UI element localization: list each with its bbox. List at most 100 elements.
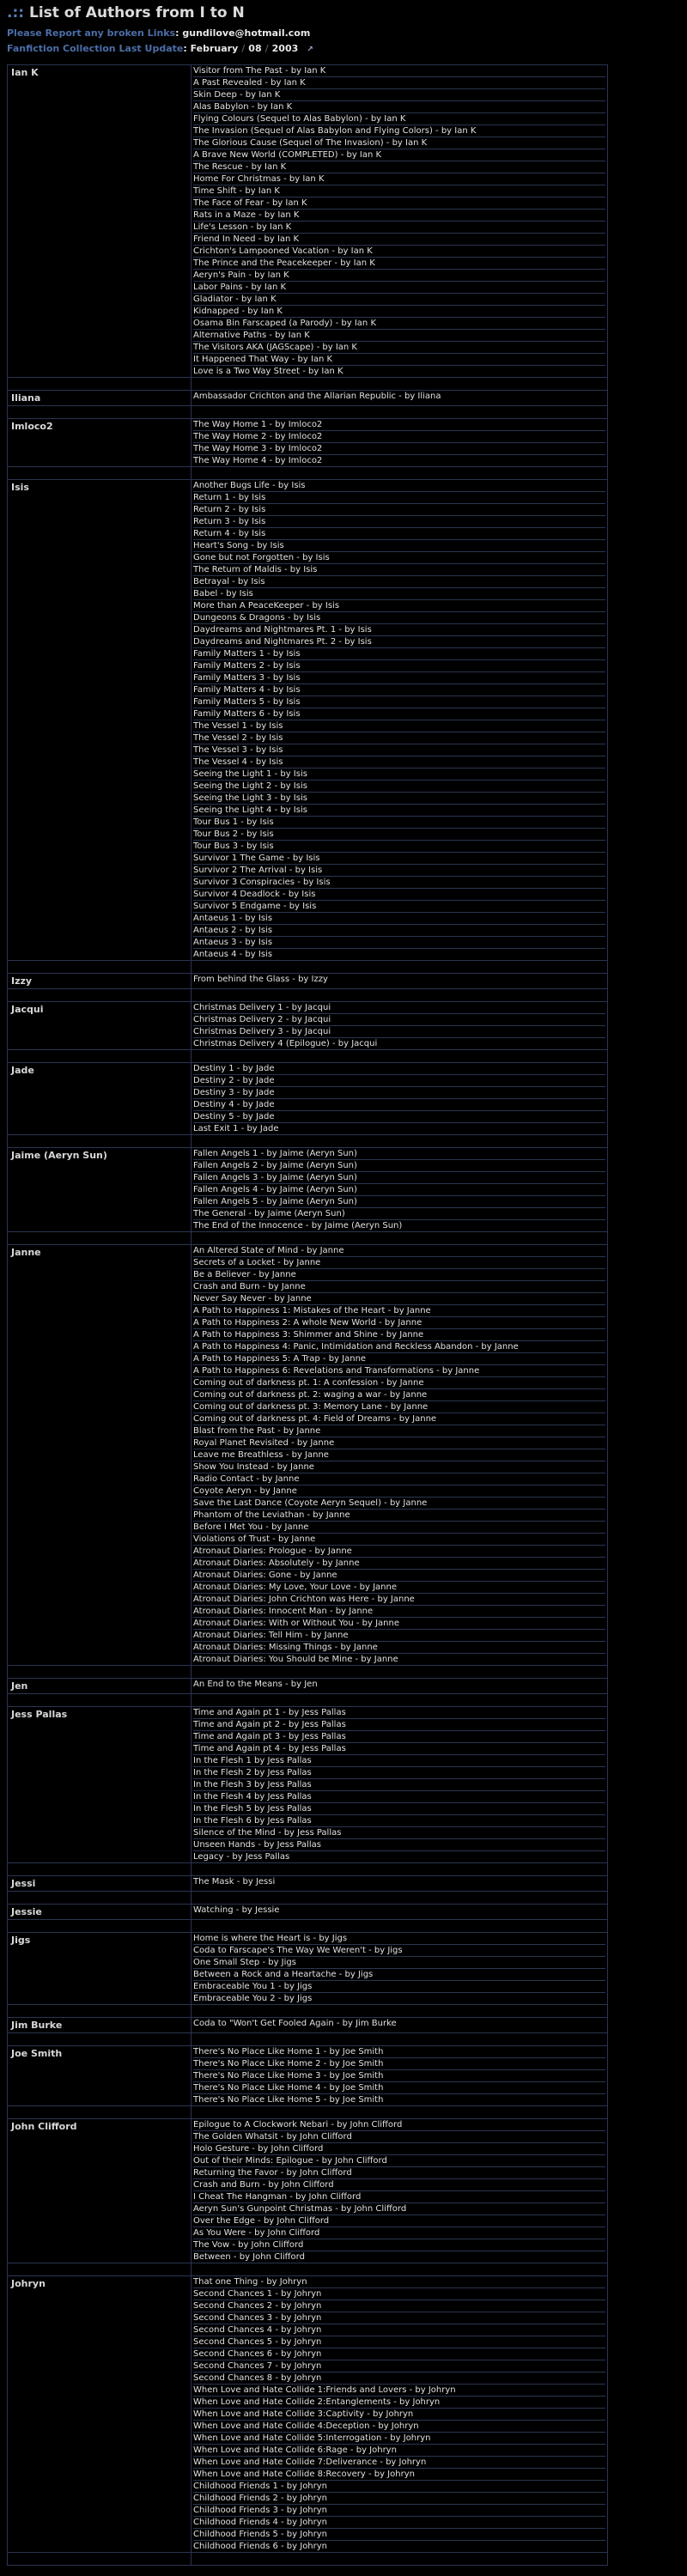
story-link[interactable]: In the Flesh 2 by Jess Pallas (193, 1767, 605, 1779)
story-link[interactable]: Blast from the Past - by Janne (193, 1425, 605, 1437)
story-link[interactable]: There's No Place Like Home 4 - by Joe Sm… (193, 2082, 605, 2094)
story-link[interactable]: Seeing the Light 2 - by Isis (193, 781, 605, 793)
story-link[interactable]: Flying Colours (Sequel to Alas Babylon) … (193, 113, 605, 125)
story-link[interactable]: The Return of Maldis - by Isis (193, 564, 605, 576)
story-link[interactable]: Between a Rock and a Heartache - by Jigs (193, 1969, 605, 1981)
story-link[interactable]: A Path to Happiness 1: Mistakes of the H… (193, 1305, 605, 1317)
story-link[interactable]: Atronaut Diaries: You Should be Mine - b… (193, 1654, 605, 1665)
story-link[interactable]: A Past Revealed - by Ian K (193, 77, 605, 89)
story-link[interactable]: Survivor 1 The Game - by Isis (193, 853, 605, 865)
story-link[interactable]: Ambassador Crichton and the Allarian Rep… (193, 391, 605, 402)
story-link[interactable]: Tour Bus 3 - by Isis (193, 841, 605, 853)
story-link[interactable]: From behind the Glass - by Izzy (193, 974, 605, 985)
story-link[interactable]: Antaeus 1 - by Isis (193, 913, 605, 925)
story-link[interactable]: Seeing the Light 3 - by Isis (193, 793, 605, 805)
story-link[interactable]: Seeing the Light 1 - by Isis (193, 769, 605, 781)
story-link[interactable]: Crash and Burn - by John Clifford (193, 2179, 605, 2191)
story-link[interactable]: Between - by John Clifford (193, 2251, 605, 2263)
story-link[interactable]: The Rescue - by Ian K (193, 161, 605, 173)
story-link[interactable]: The Vessel 2 - by Isis (193, 732, 605, 744)
story-link[interactable]: Destiny 4 - by Jade (193, 1099, 605, 1111)
story-link[interactable]: Family Matters 1 - by Isis (193, 648, 605, 660)
story-link[interactable]: Atronaut Diaries: Tell Him - by Janne (193, 1630, 605, 1642)
story-link[interactable]: The Vow - by John Clifford (193, 2239, 605, 2251)
story-link[interactable]: Crash and Burn - by Janne (193, 1281, 605, 1293)
story-link[interactable]: An End to the Means - by Jen (193, 1679, 605, 1690)
story-link[interactable]: Christmas Delivery 2 - by Jacqui (193, 1014, 605, 1026)
story-link[interactable]: When Love and Hate Collide 7:Deliverance… (193, 2457, 605, 2469)
story-link[interactable]: Antaeus 3 - by Isis (193, 937, 605, 949)
story-link[interactable]: When Love and Hate Collide 8:Recovery - … (193, 2469, 605, 2481)
story-link[interactable]: The Glorious Cause (Sequel of The Invasi… (193, 137, 605, 149)
story-link[interactable]: Legacy - by Jess Pallas (193, 1851, 605, 1862)
story-link[interactable]: Childhood Friends 2 - by Johryn (193, 2493, 605, 2505)
story-link[interactable]: When Love and Hate Collide 6:Rage - by J… (193, 2445, 605, 2457)
story-link[interactable]: Over the Edge - by John Clifford (193, 2215, 605, 2227)
story-link[interactable]: Be a Believer - by Janne (193, 1269, 605, 1281)
story-link[interactable]: Daydreams and Nightmares Pt. 2 - by Isis (193, 636, 605, 648)
story-link[interactable]: When Love and Hate Collide 5:Interrogati… (193, 2433, 605, 2445)
story-link[interactable]: Coming out of darkness pt. 4: Field of D… (193, 1413, 605, 1425)
story-link[interactable]: Aeryn's Pain - by Ian K (193, 270, 605, 282)
story-link[interactable]: Watching - by Jessie (193, 1905, 605, 1916)
story-link[interactable]: Coming out of darkness pt. 2: waging a w… (193, 1389, 605, 1401)
story-link[interactable]: The Vessel 1 - by Isis (193, 720, 605, 732)
story-link[interactable]: Epilogue to A Clockwork Nebari - by John… (193, 2119, 605, 2131)
story-link[interactable]: Time and Again pt 2 - by Jess Pallas (193, 1719, 605, 1731)
story-link[interactable]: Gone but not Forgotten - by Isis (193, 552, 605, 564)
story-link[interactable]: Atronaut Diaries: Innocent Man - by Jann… (193, 1606, 605, 1618)
story-link[interactable]: Christmas Delivery 4 (Epilogue) - by Jac… (193, 1038, 605, 1049)
story-link[interactable]: Fallen Angels 3 - by Jaime (Aeryn Sun) (193, 1172, 605, 1184)
story-link[interactable]: Destiny 3 - by Jade (193, 1087, 605, 1099)
story-link[interactable]: Survivor 2 The Arrival - by Isis (193, 865, 605, 877)
story-link[interactable]: Crichton's Lampooned Vacation - by Ian K (193, 246, 605, 258)
story-link[interactable]: Coming out of darkness pt. 1: A confessi… (193, 1377, 605, 1389)
story-link[interactable]: In the Flesh 5 by Jess Pallas (193, 1803, 605, 1815)
story-link[interactable]: The Way Home 2 - by Imloco2 (193, 431, 605, 443)
story-link[interactable]: Embraceable You 1 - by Jigs (193, 1981, 605, 1993)
story-link[interactable]: The End of the Innocence - by Jaime (Aer… (193, 1220, 605, 1231)
story-link[interactable]: The Way Home 3 - by Imloco2 (193, 443, 605, 455)
story-link[interactable]: Return 1 - by Isis (193, 492, 605, 504)
story-link[interactable]: An Altered State of Mind - by Janne (193, 1245, 605, 1257)
story-link[interactable]: Tour Bus 2 - by Isis (193, 829, 605, 841)
story-link[interactable]: There's No Place Like Home 1 - by Joe Sm… (193, 2046, 605, 2058)
story-link[interactable]: A Path to Happiness 3: Shimmer and Shine… (193, 1329, 605, 1341)
story-link[interactable]: Antaeus 4 - by Isis (193, 949, 605, 960)
story-link[interactable]: Christmas Delivery 1 - by Jacqui (193, 1002, 605, 1014)
story-link[interactable]: Atronaut Diaries: With or Without You - … (193, 1618, 605, 1630)
story-link[interactable]: Fallen Angels 4 - by Jaime (Aeryn Sun) (193, 1184, 605, 1196)
story-link[interactable]: Never Say Never - by Janne (193, 1293, 605, 1305)
story-link[interactable]: More than A PeaceKeeper - by Isis (193, 600, 605, 612)
story-link[interactable]: It Happened That Way - by Ian K (193, 354, 605, 366)
story-link[interactable]: Out of their Minds: Epilogue - by John C… (193, 2155, 605, 2167)
story-link[interactable]: Dungeons & Dragons - by Isis (193, 612, 605, 624)
story-link[interactable]: Skin Deep - by Ian K (193, 89, 605, 101)
story-link[interactable]: Alternative Paths - by Ian K (193, 330, 605, 342)
report-email-link[interactable]: gundilove@hotmail.com (182, 27, 310, 39)
story-link[interactable]: Christmas Delivery 3 - by Jacqui (193, 1026, 605, 1038)
story-link[interactable]: Tour Bus 1 - by Isis (193, 817, 605, 829)
story-link[interactable]: A Path to Happiness 5: A Trap - by Janne (193, 1353, 605, 1365)
story-link[interactable]: When Love and Hate Collide 4:Deception -… (193, 2421, 605, 2433)
story-link[interactable]: Return 2 - by Isis (193, 504, 605, 516)
story-link[interactable]: Childhood Friends 3 - by Johryn (193, 2505, 605, 2517)
story-link[interactable]: Survivor 3 Conspiracies - by Isis (193, 877, 605, 889)
story-link[interactable]: The Visitors AKA (JAGScape) - by Ian K (193, 342, 605, 354)
story-link[interactable]: The General - by Jaime (Aeryn Sun) (193, 1208, 605, 1220)
story-link[interactable]: The Vessel 3 - by Isis (193, 744, 605, 756)
story-link[interactable]: Silence of the Mind - by Jess Pallas (193, 1827, 605, 1839)
story-link[interactable]: The Prince and the Peacekeeper - by Ian … (193, 258, 605, 270)
story-link[interactable]: Royal Planet Revisited - by Janne (193, 1437, 605, 1449)
story-link[interactable]: There's No Place Like Home 2 - by Joe Sm… (193, 2058, 605, 2070)
story-link[interactable]: One Small Step - by Jigs (193, 1957, 605, 1969)
story-link[interactable]: Second Chances 8 - by Johryn (193, 2372, 605, 2385)
story-link[interactable]: Phantom of the Leviathan - by Janne (193, 1510, 605, 1522)
story-link[interactable]: There's No Place Like Home 3 - by Joe Sm… (193, 2070, 605, 2082)
story-link[interactable]: Home is where the Heart is - by Jigs (193, 1933, 605, 1945)
story-link[interactable]: Time Shift - by Ian K (193, 185, 605, 197)
story-link[interactable]: Time and Again pt 3 - by Jess Pallas (193, 1731, 605, 1743)
story-link[interactable]: Leave me Breathless - by Janne (193, 1449, 605, 1461)
story-link[interactable]: Violations of Trust - by Janne (193, 1534, 605, 1546)
story-link[interactable]: Destiny 2 - by Jade (193, 1075, 605, 1087)
